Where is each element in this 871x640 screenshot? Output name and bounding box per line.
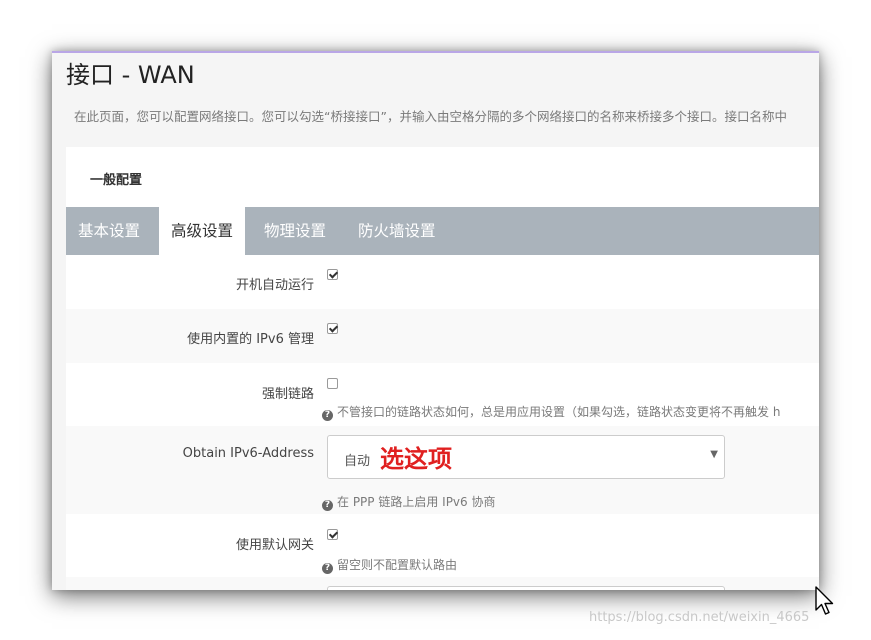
force-link-label: 强制链路 xyxy=(261,387,314,402)
obtain-ipv6-select[interactable]: 自动 选这项 ▼ xyxy=(327,435,725,479)
watermark: https://blog.csdn.net/weixin_4665 xyxy=(589,610,810,625)
row-builtin-ipv6: 使用内置的 IPv6 管理 xyxy=(66,309,819,363)
page-description: 在此页面，您可以配置网络接口。您可以勾选“桥接接口”，并输入由空格分隔的多个网络… xyxy=(74,109,787,124)
obtain-ipv6-label: Obtain IPv6-Address xyxy=(182,446,314,461)
section-title: 一般配置 xyxy=(90,173,143,188)
annotation-text: 选这项 xyxy=(380,445,452,473)
builtin-ipv6-label: 使用内置的 IPv6 管理 xyxy=(187,332,314,347)
chevron-down-icon: ▼ xyxy=(710,449,718,460)
obtain-ipv6-value: 自动 xyxy=(344,454,371,469)
mouse-cursor-icon xyxy=(815,586,834,615)
auto-start-label: 开机自动运行 xyxy=(235,278,314,293)
tab-firewall-settings[interactable]: 防火墙设置 xyxy=(346,207,448,255)
row-next-partial xyxy=(66,577,819,590)
tab-advanced-settings[interactable]: 高级设置 xyxy=(159,207,246,255)
auto-start-checkbox[interactable] xyxy=(327,269,338,280)
help-icon: ? xyxy=(322,563,333,574)
row-auto-start: 开机自动运行 xyxy=(66,255,819,309)
force-link-checkbox[interactable] xyxy=(327,378,338,389)
tab-basic-settings[interactable]: 基本设置 xyxy=(66,207,152,255)
tab-bar: 基本设置 高级设置 物理设置 防火墙设置 xyxy=(66,207,819,255)
row-obtain-ipv6: Obtain IPv6-Address 自动 选这项 ▼ ? 在 PPP 链路上启… xyxy=(66,426,819,514)
obtain-ipv6-help-text: 在 PPP 链路上启用 IPv6 协商 xyxy=(337,495,496,509)
tab-physical-settings[interactable]: 物理设置 xyxy=(252,207,338,255)
force-link-help: ? 不管接口的链路状态如何，总是用应用设置（如果勾选，链路状态变更将不再触发 h xyxy=(322,403,780,421)
default-gateway-help: ? 留空则不配置默认路由 xyxy=(322,556,457,574)
default-gateway-checkbox[interactable] xyxy=(327,529,338,540)
builtin-ipv6-checkbox[interactable] xyxy=(327,323,338,334)
page-title: 接口 - WAN xyxy=(66,61,195,89)
help-icon: ? xyxy=(322,410,333,421)
config-card: 一般配置 基本设置 高级设置 物理设置 防火墙设置 开机自动运行 使用内置的 I… xyxy=(66,147,819,590)
default-gateway-help-text: 留空则不配置默认路由 xyxy=(337,558,458,572)
next-field-input[interactable] xyxy=(327,586,725,590)
app-window: 接口 - WAN 在此页面，您可以配置网络接口。您可以勾选“桥接接口”，并输入由… xyxy=(52,51,819,590)
default-gateway-label: 使用默认网关 xyxy=(235,538,314,553)
row-default-gateway: 使用默认网关 ? 留空则不配置默认路由 xyxy=(66,514,819,577)
force-link-help-text: 不管接口的链路状态如何，总是用应用设置（如果勾选，链路状态变更将不再触发 h xyxy=(337,405,781,419)
help-icon: ? xyxy=(322,500,333,511)
row-force-link: 强制链路 ? 不管接口的链路状态如何，总是用应用设置（如果勾选，链路状态变更将不再… xyxy=(66,363,819,426)
obtain-ipv6-help: ? 在 PPP 链路上启用 IPv6 协商 xyxy=(322,493,495,511)
